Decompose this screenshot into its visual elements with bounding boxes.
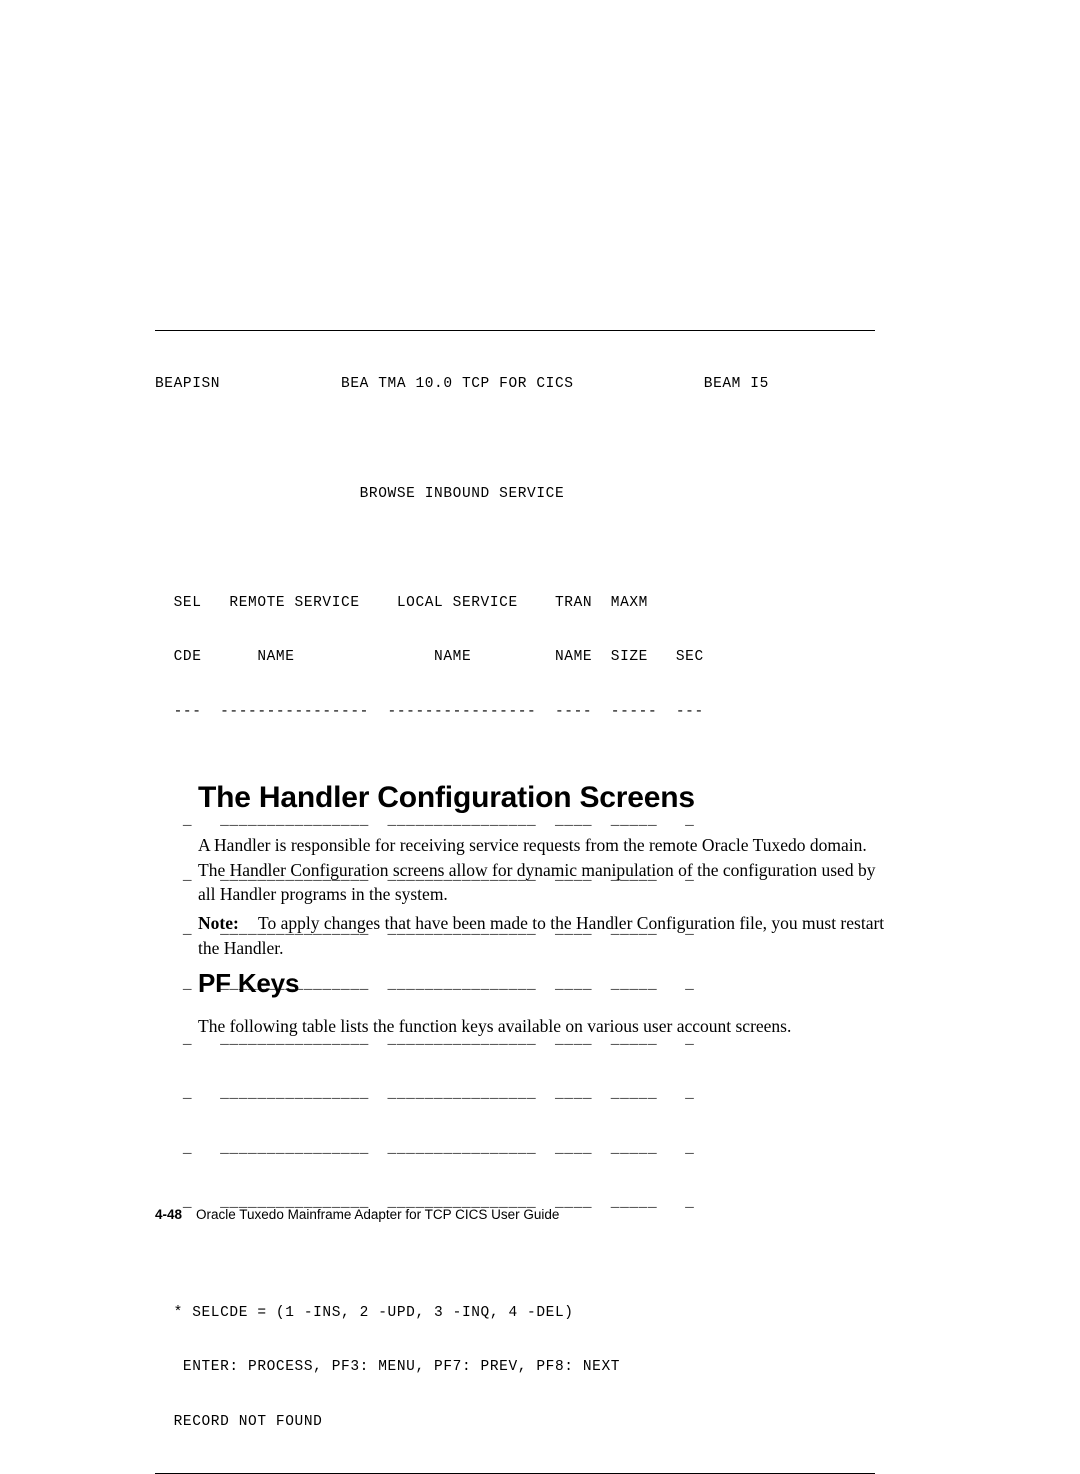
terminal-line-title: BROWSE INBOUND SERVICE	[155, 485, 565, 502]
page-number: 4-48	[155, 1207, 183, 1222]
terminal-line-blank-1	[155, 430, 875, 448]
page-footer: 4-48 Oracle Tuxedo Mainframe Adapter for …	[155, 1207, 885, 1222]
pfkeys-paragraph: The following table lists the function k…	[198, 1016, 792, 1036]
terminal-selcde-legend: * SELCDE = (1 -INS, 2 -UPD, 3 -INQ, 4 -D…	[155, 1304, 574, 1321]
terminal-line-header: BEAPISN BEA TMA 10.0 TCP FOR CICS BEAM I…	[155, 376, 769, 393]
terminal-line-blank-3	[155, 758, 875, 776]
note-block: Note: To apply changes that have been mad…	[198, 911, 888, 960]
terminal-field-row[interactable]: _ ________________ ________________ ____…	[155, 1085, 875, 1103]
book-title: Oracle Tuxedo Mainframe Adapter for TCP …	[196, 1207, 560, 1222]
note-text: To apply changes that have been made to …	[198, 913, 885, 958]
terminal-line-blank-4	[155, 1249, 875, 1267]
terminal-line-blank-2	[155, 539, 875, 557]
terminal-field-row[interactable]: _ ________________ ________________ ____…	[155, 1140, 875, 1158]
terminal-status-message: RECORD NOT FOUND	[155, 1413, 323, 1430]
terminal-pfkey-legend: ENTER: PROCESS, PF3: MENU, PF7: PREV, PF…	[155, 1359, 621, 1376]
subsection-heading: PF Keys	[198, 968, 300, 998]
terminal-column-headers-2: CDE NAME NAME NAME SIZE SEC	[155, 649, 704, 666]
terminal-column-rule: --- ---------------- ---------------- --…	[155, 704, 704, 721]
section-heading: The Handler Configuration Screens	[198, 781, 695, 814]
handler-paragraph: A Handler is responsible for receiving s…	[198, 835, 876, 904]
terminal-column-headers-1: SEL REMOTE SERVICE LOCAL SERVICE TRAN MA…	[155, 594, 648, 611]
note-label: Note:	[198, 913, 239, 933]
